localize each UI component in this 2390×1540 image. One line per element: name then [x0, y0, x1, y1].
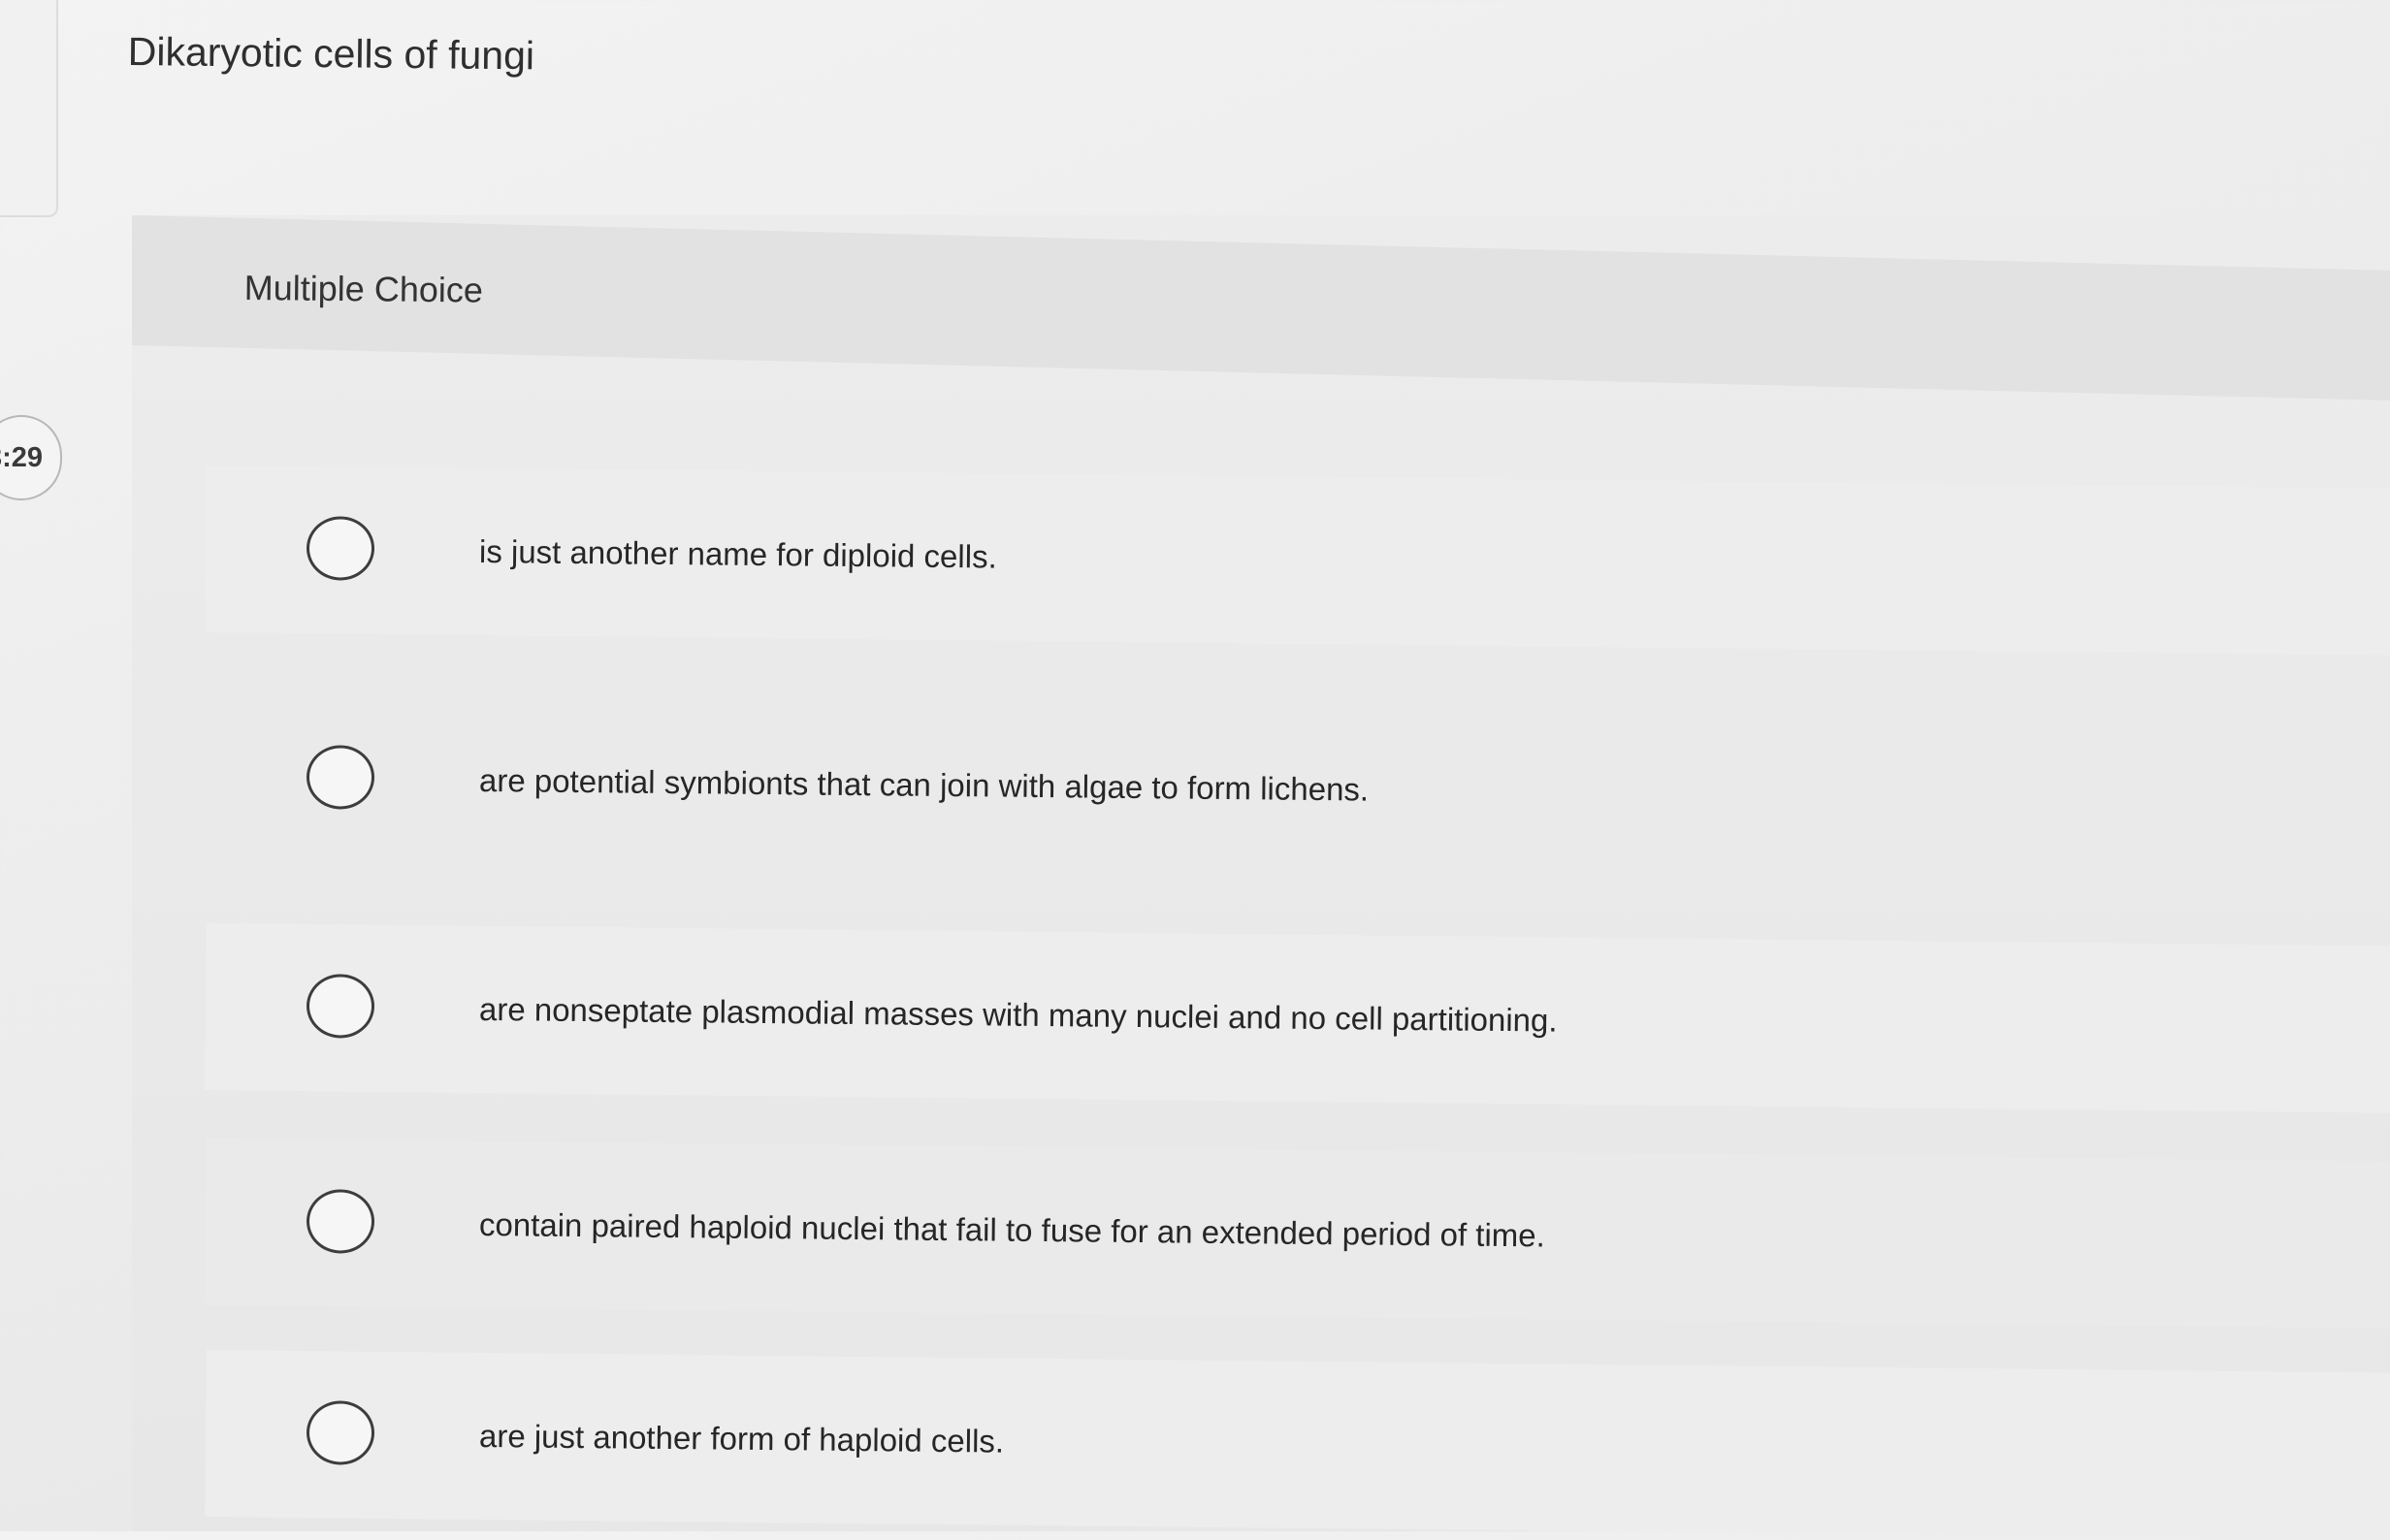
answer-options: is just another name for diploid cells. …: [132, 215, 2390, 1540]
answer-option-text: are just another form of haploid cells.: [478, 1417, 1005, 1460]
answer-option-4[interactable]: contain paired haploid nuclei that fail …: [205, 1139, 2390, 1329]
radio-button[interactable]: [306, 1400, 375, 1465]
answer-option-5[interactable]: are just another form of haploid cells.: [205, 1350, 2390, 1540]
answer-option-3[interactable]: are nonseptate plasmodial masses with ma…: [205, 923, 2390, 1113]
question-title: Dikaryotic cells of fungi: [127, 29, 535, 79]
answer-option-2[interactable]: are potential symbionts that can join wi…: [205, 694, 2390, 884]
left-side-panel: [0, 0, 58, 217]
question-card: Multiple Choice is just another name for…: [132, 215, 2390, 1540]
radio-button[interactable]: [306, 1189, 375, 1254]
timer-text: 3:29: [0, 441, 43, 473]
answer-option-text: is just another name for diploid cells.: [478, 532, 997, 575]
radio-button[interactable]: [306, 974, 375, 1039]
answer-option-1[interactable]: is just another name for diploid cells.: [205, 465, 2390, 656]
answer-option-text: are nonseptate plasmodial masses with ma…: [478, 990, 1558, 1039]
radio-button[interactable]: [306, 516, 375, 581]
timer-badge: 3:29: [0, 415, 62, 500]
answer-option-text: contain paired haploid nuclei that fail …: [478, 1205, 1546, 1254]
radio-button[interactable]: [306, 745, 375, 810]
answer-option-text: are potential symbionts that can join wi…: [478, 761, 1370, 808]
